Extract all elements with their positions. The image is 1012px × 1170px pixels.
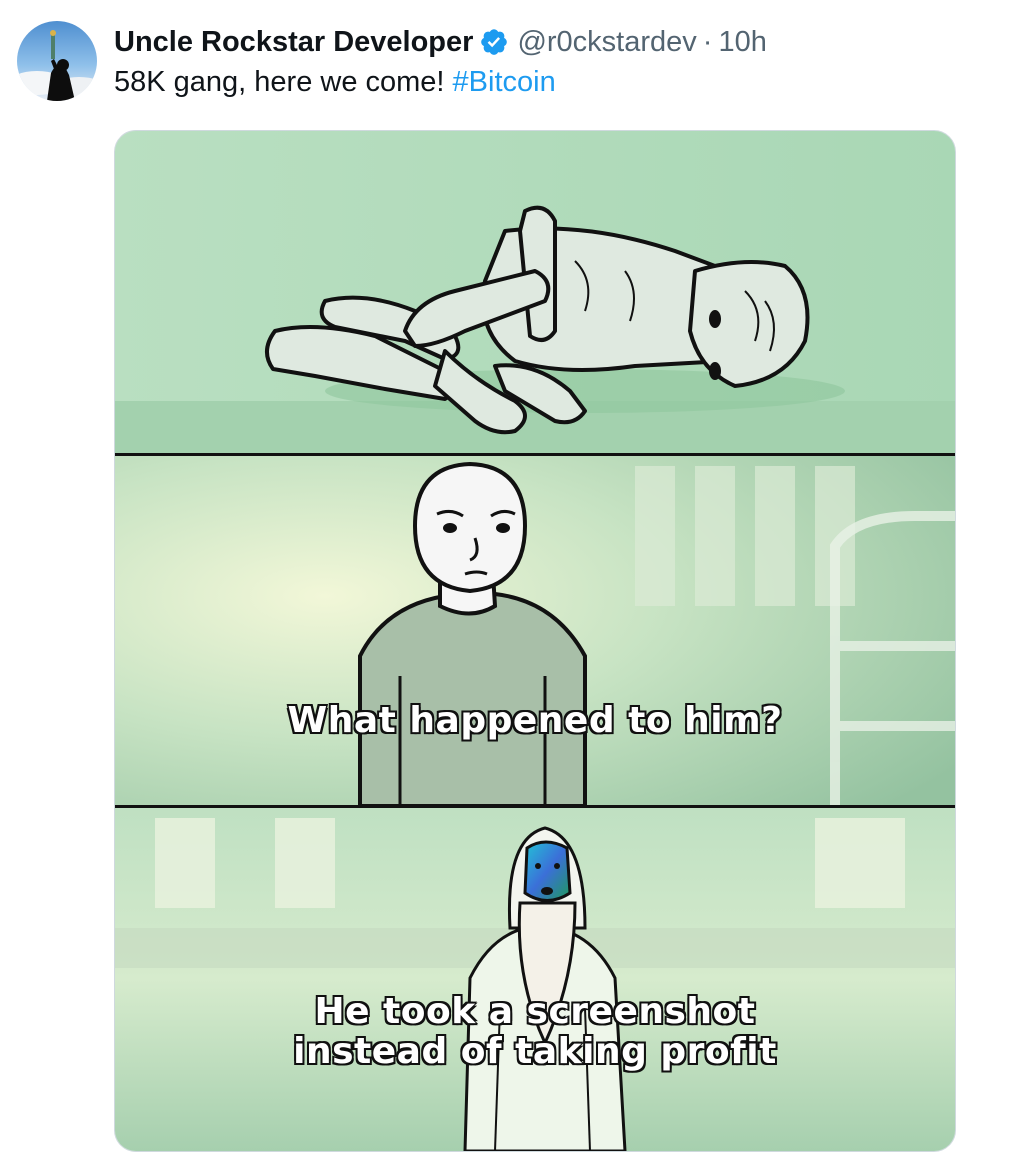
author-display-name[interactable]: Uncle Rockstar Developer [114, 26, 473, 59]
caption-panel-3: He took a screenshot instead of taking p… [115, 991, 955, 1073]
meme-panel-1 [115, 131, 955, 454]
tweet: Uncle Rockstar Developer @r0ckstardev · … [0, 0, 1012, 1170]
tweet-header: Uncle Rockstar Developer @r0ckstardev · … [114, 24, 767, 60]
caption-line-2: instead of taking profit [292, 1031, 777, 1073]
verified-badge-icon[interactable] [479, 27, 509, 57]
meme-panel-3: He took a screenshot instead of taking p… [115, 808, 955, 1151]
tweet-timestamp[interactable]: 10h [718, 26, 766, 59]
tweet-text: 58K gang, here we come! #Bitcoin [114, 66, 556, 99]
header-separator: · [702, 25, 713, 58]
wojak-hospital-illustration [115, 456, 955, 806]
caption-line-1: He took a screenshot [313, 991, 756, 1033]
statue-of-liberty-avatar-icon [17, 21, 97, 101]
meme-panel-2: What happened to him? [115, 456, 955, 806]
wise-man-illustration [115, 808, 955, 1151]
tweet-media-image[interactable]: What happened to him? He took a screensh… [114, 130, 956, 1152]
author-handle[interactable]: @r0ckstardev [517, 26, 696, 59]
tweet-body: 58K gang, here we come! [114, 66, 453, 98]
emaciated-figure-illustration [115, 131, 955, 454]
hashtag-link[interactable]: #Bitcoin [453, 66, 556, 98]
caption-panel-2: What happened to him? [287, 700, 783, 742]
author-avatar[interactable] [17, 21, 97, 101]
